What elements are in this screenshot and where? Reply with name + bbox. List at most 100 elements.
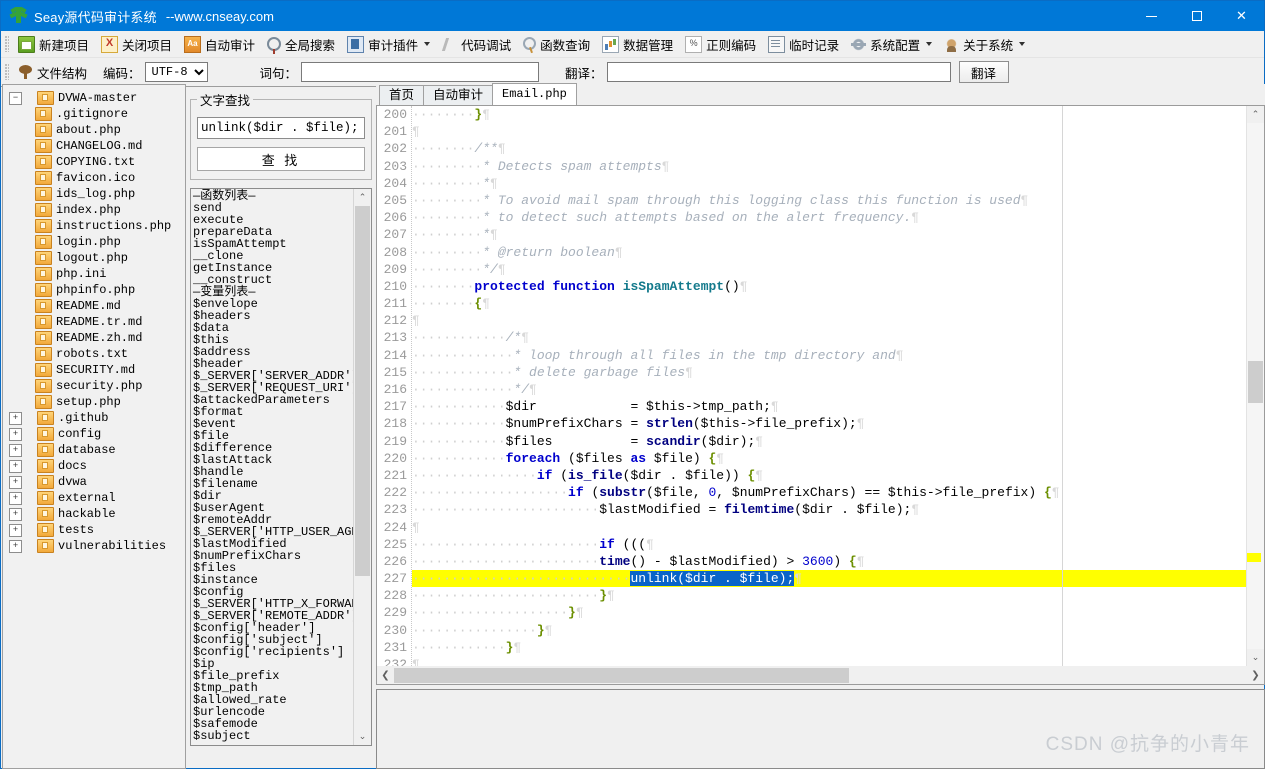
editor-tabstrip[interactable]: 首页 自动审计 Email.php [376,83,1265,105]
toolbar-data-manage[interactable]: 数据管理 [597,33,678,55]
code-text-area[interactable]: ········}¶ ¶ ········/**¶ ·········* Detect… [412,106,1246,666]
scroll-right-icon[interactable]: ❯ [1247,667,1264,684]
scroll-down-icon[interactable]: ⌄ [354,728,371,745]
tree-node[interactable]: .gitignore [3,106,185,122]
tree-node[interactable]: COPYING.txt [3,154,185,170]
vscroll-thumb[interactable] [1248,361,1263,403]
code-line[interactable]: ············$files = scandir($dir);¶ [412,433,1246,450]
scroll-up-icon[interactable]: ⌃ [1247,106,1264,123]
code-line[interactable]: ·········* @return boolean¶ [412,244,1246,261]
code-line[interactable]: ¶ [412,519,1246,536]
code-line[interactable]: ········/**¶ [412,140,1246,157]
toolbar-function-query[interactable]: 函数查询 [518,33,595,55]
tree-expander[interactable]: + [9,491,22,505]
code-line[interactable]: ············foreach ($files as $file) {¶ [412,450,1246,467]
tree-node[interactable]: README.md [3,298,185,314]
scroll-left-icon[interactable]: ❮ [377,667,394,684]
hscroll-thumb[interactable] [394,667,849,683]
translate-button[interactable]: 翻译 [958,61,1009,83]
editor-horizontal-scrollbar[interactable]: ❮ ❯ [377,666,1264,684]
toolbar-audit-plugin[interactable]: 审计插件 [342,33,435,55]
tree-expander[interactable]: − [9,91,22,105]
code-line[interactable]: ········{¶ [412,295,1246,312]
tree-node[interactable]: favicon.ico [3,170,185,186]
scroll-up-icon[interactable]: ⌃ [354,189,371,206]
toolbar-auto-audit[interactable]: Aa 自动审计 [179,33,260,55]
secondary-toolbar-grip[interactable] [5,64,9,80]
code-line[interactable]: ················if (is_file($dir . $file… [412,467,1246,484]
tree-expander[interactable]: + [9,539,22,553]
code-line[interactable]: ·········* to detect such attempts based… [412,209,1246,226]
symbol-list[interactable]: —函数列表— send execute prepareData isSpamAttemp… [191,189,354,745]
tree-node[interactable]: setup.php [3,394,185,410]
code-line[interactable]: ·········* To avoid mail spam through th… [412,192,1246,209]
code-editor[interactable]: 200 201 202 203 204 205 206 207 208 209 210 211 212 2… [376,105,1265,685]
code-line[interactable]: ············$dir = $this->tmp_path;¶ [412,398,1246,415]
hscroll-track[interactable] [394,667,1247,683]
code-line[interactable]: ·········*¶ [412,175,1246,192]
encoding-select[interactable]: UTF-8 [144,62,208,82]
file-tree[interactable]: − DVWA-master .gitignore about.php CHANGELOG… [3,85,185,554]
code-line[interactable]: ························if (((¶ [412,536,1246,553]
code-line[interactable]: ············}¶ [412,639,1246,656]
tree-expander[interactable]: + [9,459,22,473]
code-line[interactable]: ············/*¶ [412,329,1246,346]
code-line[interactable]: ························}¶ [412,587,1246,604]
close-button[interactable]: ✕ [1219,1,1264,31]
tree-node[interactable]: − DVWA-master [3,90,185,106]
code-selection[interactable]: unlink($dir . $file); [630,571,795,587]
tree-node[interactable]: + dvwa [3,474,185,490]
tree-expander[interactable]: + [9,475,22,489]
tree-node[interactable]: + vulnerabilities [3,538,185,554]
tree-node[interactable]: logout.php [3,250,185,266]
code-line[interactable]: ····················}¶ [412,604,1246,621]
tree-expander[interactable]: + [9,411,22,425]
tree-node[interactable]: index.php [3,202,185,218]
code-line[interactable]: ¶ [412,123,1246,140]
toolbar-temp-note[interactable]: 临时记录 [763,33,844,55]
tree-node[interactable]: security.php [3,378,185,394]
translate-input[interactable] [606,62,951,82]
symbol-list-item[interactable]: $config['recipients'] [193,646,354,658]
toolbar-global-search[interactable]: 全局搜索 [262,33,340,55]
tree-node[interactable]: robots.txt [3,346,185,362]
code-line[interactable]: ············$numPrefixChars = strlen($th… [412,415,1246,432]
tree-expander[interactable]: + [9,507,22,521]
minimize-button[interactable] [1129,1,1174,31]
symbol-list-scrollbar[interactable]: ⌃ ⌄ [353,189,371,745]
code-line[interactable]: ····················if (substr($file, 0,… [412,484,1246,501]
tree-node[interactable]: ids_log.php [3,186,185,202]
tab-2[interactable]: Email.php [492,83,577,105]
toolbar-new-project[interactable]: 新建项目 [13,33,94,55]
code-line[interactable]: ·············* delete garbage files¶ [412,364,1246,381]
tree-node[interactable]: README.tr.md [3,314,185,330]
tree-node[interactable]: + hackable [3,506,185,522]
find-button[interactable]: 查 找 [197,147,365,171]
code-line[interactable]: ········protected function isSpamAttempt… [412,278,1246,295]
tree-node[interactable]: phpinfo.php [3,282,185,298]
tree-node[interactable]: + external [3,490,185,506]
code-line[interactable]: ·········*¶ [412,226,1246,243]
toolbar-grip[interactable] [5,36,9,52]
maximize-button[interactable] [1174,1,1219,31]
tree-node[interactable]: + docs [3,458,185,474]
phrase-input[interactable] [301,62,540,82]
find-input[interactable] [197,117,365,139]
tree-node[interactable]: + database [3,442,185,458]
tree-node[interactable]: + .github [3,410,185,426]
tree-node[interactable]: instructions.php [3,218,185,234]
output-panel[interactable]: CSDN @抗争的小青年 [376,689,1265,769]
tree-node[interactable]: about.php [3,122,185,138]
toolbar-regex-encode[interactable]: % 正则编码 [680,33,761,55]
code-line[interactable]: ························$lastModified = … [412,501,1246,518]
toolbar-about-system[interactable]: 关于系统 [939,33,1030,55]
code-line[interactable]: ························time() - $lastMo… [412,553,1246,570]
code-line[interactable]: ················}¶ [412,622,1246,639]
tree-node[interactable]: php.ini [3,266,185,282]
symbol-listbox[interactable]: —函数列表— send execute prepareData isSpamAttemp… [190,188,372,746]
code-line[interactable]: ·············*/¶ [412,381,1246,398]
toolbar-system-config[interactable]: 系统配置 [846,33,937,55]
toolbar-code-debug[interactable]: 代码调试 [437,33,516,55]
code-line[interactable]: ¶ [412,656,1246,666]
chevron-down-icon[interactable] [1019,42,1026,46]
